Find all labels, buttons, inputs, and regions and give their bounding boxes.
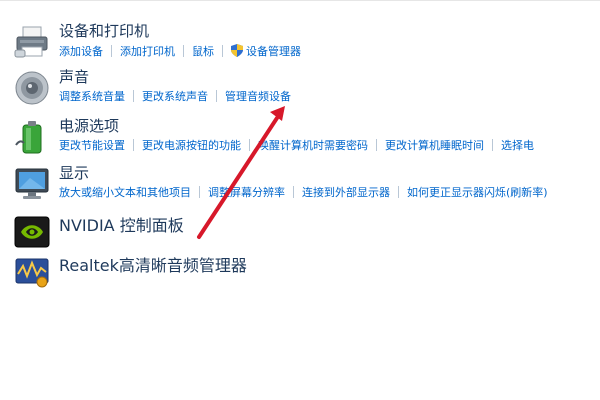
display-title[interactable]: 显示	[59, 164, 89, 182]
change-sleep-time-link[interactable]: 更改计算机睡眠时间	[385, 139, 484, 152]
link-separator	[249, 139, 250, 151]
link-separator	[376, 139, 377, 151]
link-separator	[222, 45, 223, 57]
require-password-wakeup-link[interactable]: 唤醒计算机时需要密码	[258, 139, 368, 152]
add-printer-link[interactable]: 添加打印机	[120, 45, 175, 58]
mouse-link[interactable]: 鼠标	[192, 45, 214, 58]
category-realtek: Realtek高清晰音频管理器	[0, 252, 600, 302]
device-manager-link[interactable]: 设备管理器	[246, 45, 301, 58]
uac-shield-icon	[231, 44, 243, 57]
category-devices-printers: 设备和打印机 添加设备 添加打印机 鼠标 设备管理器	[0, 22, 600, 72]
realtek-audio-icon[interactable]	[14, 254, 50, 290]
link-separator	[183, 45, 184, 57]
top-divider	[0, 0, 600, 1]
external-display-link[interactable]: 连接到外部显示器	[302, 186, 390, 199]
link-separator	[293, 186, 294, 198]
manage-audio-devices-link[interactable]: 管理音频设备	[225, 90, 291, 103]
realtek-audio-manager-title[interactable]: Realtek高清晰音频管理器	[59, 257, 247, 275]
printer-icon[interactable]	[14, 24, 50, 60]
category-sound: 声音 调整系统音量 更改系统声音 管理音频设备	[0, 68, 600, 118]
battery-icon[interactable]	[14, 119, 50, 155]
adjust-volume-link[interactable]: 调整系统音量	[59, 90, 125, 103]
sound-title[interactable]: 声音	[59, 68, 89, 86]
display-links: 放大或缩小文本和其他项目 调整屏幕分辨率 连接到外部显示器 如何更正显示器闪烁(刷新率…	[59, 186, 548, 200]
link-separator	[199, 186, 200, 198]
category-display: 显示 放大或缩小文本和其他项目 调整屏幕分辨率 连接到外部显示器 如何更正显示器闪烁(…	[0, 164, 600, 214]
screen-resolution-link[interactable]: 调整屏幕分辨率	[208, 186, 285, 199]
change-power-saving-link[interactable]: 更改节能设置	[59, 139, 125, 152]
sound-links: 调整系统音量 更改系统声音 管理音频设备	[59, 90, 291, 104]
choose-power-plan-link[interactable]: 选择电	[501, 139, 534, 152]
change-sounds-link[interactable]: 更改系统声音	[142, 90, 208, 103]
change-power-button-link[interactable]: 更改电源按钮的功能	[142, 139, 241, 152]
link-separator	[216, 90, 217, 102]
link-separator	[133, 139, 134, 151]
add-device-link[interactable]: 添加设备	[59, 45, 103, 58]
power-options-links: 更改节能设置 更改电源按钮的功能 唤醒计算机时需要密码 更改计算机睡眠时间 选择电	[59, 139, 534, 153]
speaker-icon[interactable]	[14, 70, 50, 106]
link-separator	[492, 139, 493, 151]
category-power-options: 电源选项 更改节能设置 更改电源按钮的功能 唤醒计算机时需要密码 更改计算机睡眠时间 选…	[0, 117, 600, 167]
fix-flicker-link[interactable]: 如何更正显示器闪烁(刷新率)	[407, 186, 548, 199]
devices-printers-title[interactable]: 设备和打印机	[59, 22, 149, 40]
devices-printers-links: 添加设备 添加打印机 鼠标 设备管理器	[59, 44, 301, 58]
nvidia-logo-icon[interactable]	[14, 214, 50, 250]
text-size-link[interactable]: 放大或缩小文本和其他项目	[59, 186, 191, 199]
link-separator	[111, 45, 112, 57]
nvidia-control-panel-title[interactable]: NVIDIA 控制面板	[59, 217, 184, 235]
power-options-title[interactable]: 电源选项	[59, 117, 119, 135]
link-separator	[133, 90, 134, 102]
link-separator	[398, 186, 399, 198]
monitor-icon[interactable]	[14, 166, 50, 202]
